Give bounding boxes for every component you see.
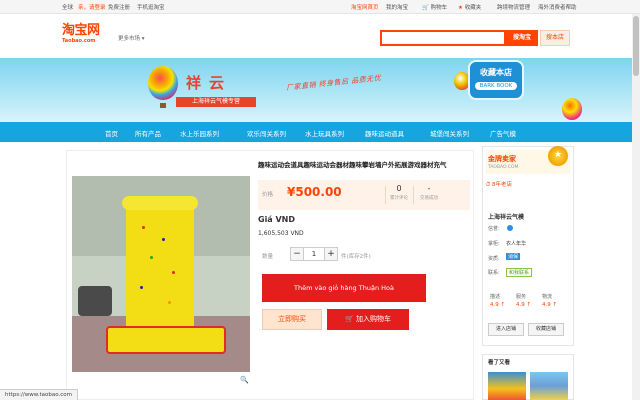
mobile-taobao-link[interactable]: 手机逛淘宝 [137, 3, 165, 11]
zoom-icon[interactable]: 🔍 [240, 376, 249, 384]
nav-item-fun-challenge[interactable]: 欢乐闯关系列 [247, 128, 286, 138]
nav-item-sports-props[interactable]: 趣味运动道具 [365, 128, 404, 138]
vnd-price-label: Giá VND [258, 215, 296, 224]
scrollbar-thumb[interactable] [633, 16, 639, 76]
add-to-cart-button[interactable]: 🛒 加入购物车 [327, 309, 409, 330]
enter-shop-button[interactable]: 进入店铺 [488, 323, 524, 336]
region-selector[interactable]: 全球 [62, 3, 73, 11]
also-viewed-thumbnail[interactable] [530, 372, 568, 400]
favorite-shop-button[interactable]: 收藏店铺 [528, 323, 564, 336]
chat-with-seller-button[interactable]: 和我联系 [506, 268, 533, 277]
bookmark-shop-button[interactable]: 收藏本店 BARK BOOK [468, 60, 524, 100]
site-topbar: 全球 亲，请登录 免费注册 手机逛淘宝 淘宝网首页 我的淘宝 🛒 购物车 ★ 收… [0, 0, 640, 14]
consumer-protection-badge: 消保 [506, 253, 521, 260]
logistics-score: 4.9 ↑ [542, 302, 558, 308]
chevron-down-icon: ▾ [141, 36, 145, 42]
quantity-increment-button[interactable]: + [324, 247, 338, 261]
shop-nav: 首页 所有产品 水上乐园系列 欢乐闯关系列 水上玩具系列 趣味运动道具 城堡闯关… [0, 122, 640, 142]
add-to-vn-cart-button[interactable]: Thêm vào giỏ hàng Thuận Hoà [262, 274, 426, 302]
service-score: 4.9 ↑ [516, 302, 532, 308]
nav-item-all-products[interactable]: 所有产品 [135, 128, 161, 138]
cart-icon: 🛒 [345, 315, 354, 323]
contact-label: 联系: [488, 270, 500, 276]
logistics-score-label: 物流 [542, 294, 553, 300]
price-label: 价格 [262, 192, 274, 198]
logo-subtext: Taobao.com [62, 38, 96, 44]
my-taobao-link[interactable]: 我的淘宝 [386, 3, 408, 11]
nav-item-castle[interactable]: 城堡闯关系列 [430, 128, 469, 138]
hot-air-balloon-image [562, 98, 582, 120]
description-score-label: 描述 [490, 294, 501, 300]
seller-label: 掌柜: [488, 241, 500, 247]
brand-slogan: 厂家直销 终身售后 品质无忧 [285, 74, 382, 92]
quantity-label: 数量 [262, 254, 274, 260]
clock-icon: ⏱ [486, 182, 491, 188]
shop-banner: 祥云 上海祥云气模专营 厂家直销 终身售后 品质无忧 [0, 58, 640, 122]
inflatable-climbing-wall [126, 198, 194, 338]
favorites-link[interactable]: ★ 收藏夹 [458, 3, 481, 11]
also-viewed-thumbnail[interactable] [488, 372, 526, 400]
nav-item-water-park[interactable]: 水上乐园系列 [180, 128, 219, 138]
product-main-image[interactable] [72, 176, 250, 372]
gold-seller-title: 金牌卖家 [488, 155, 516, 163]
status-bar-url: https://www.taobao.com [0, 389, 78, 400]
reputation-icon [507, 225, 513, 231]
taobao-logo[interactable]: 淘宝网 Taobao.com [62, 24, 108, 46]
star-icon: ★ [458, 5, 463, 11]
logo-text: 淘宝网 [62, 23, 100, 38]
register-link[interactable]: 免费注册 [108, 3, 130, 11]
vnd-price-value: 1,605,503 VND [258, 230, 304, 237]
service-score-label: 服务 [516, 294, 527, 300]
brand-name: 祥云 [186, 74, 233, 92]
buy-now-button[interactable]: 立即购买 [262, 309, 322, 330]
deals-stat: - 交易成功 [420, 184, 438, 201]
quantity-decrement-button[interactable]: − [290, 247, 304, 261]
cart-icon: 🛒 [422, 5, 429, 11]
gold-seller-subtitle: TAOBAO.COM [488, 165, 519, 170]
balloon-basket [160, 103, 166, 108]
seller-name[interactable]: 衣人年华 [506, 240, 526, 247]
taobao-home-link[interactable]: 淘宝网首页 [351, 3, 379, 11]
search-taobao-button[interactable]: 搜淘宝 [506, 30, 538, 46]
shop-age: ⏱ 8年老店 [486, 182, 513, 188]
search-shop-button[interactable]: 搜本店 [540, 30, 570, 46]
also-viewed-title: 看了又看 [488, 360, 511, 366]
hot-air-balloon-image [148, 66, 178, 100]
more-market-dropdown[interactable]: 更多市场 ▾ [118, 34, 145, 42]
star-icon: ★ [554, 150, 563, 160]
logistics-link[interactable]: 跨境物流管理 [497, 3, 530, 11]
stock-text: 件(库存2件) [341, 254, 371, 260]
product-title: 趣味运动会道具趣味运动会器材趣味攀岩墙户外拓展游戏器材充气 [258, 161, 447, 169]
login-link[interactable]: 亲，请登录 [78, 3, 106, 11]
description-score: 4.9 ↑ [490, 302, 506, 308]
search-input[interactable] [380, 30, 506, 46]
brand-subtitle: 上海祥云气模专营 [176, 97, 256, 107]
nav-item-home[interactable]: 首页 [105, 128, 118, 138]
nav-item-water-toys[interactable]: 水上玩具系列 [305, 128, 344, 138]
reviews-stat[interactable]: 0 累计评论 [386, 184, 412, 201]
reputation-label: 信誉: [488, 226, 500, 232]
quantity-input[interactable]: 1 [304, 247, 324, 261]
nav-item-ad-inflatables[interactable]: 广告气模 [490, 128, 516, 138]
shop-name[interactable]: 上海祥云气模 [488, 212, 524, 221]
qualification-label: 资质: [488, 256, 500, 262]
overseas-help-link[interactable]: 海外消费者帮助 [538, 3, 577, 11]
cart-link[interactable]: 🛒 购物车 [422, 3, 447, 11]
price-value: ¥500.00 [287, 185, 342, 199]
